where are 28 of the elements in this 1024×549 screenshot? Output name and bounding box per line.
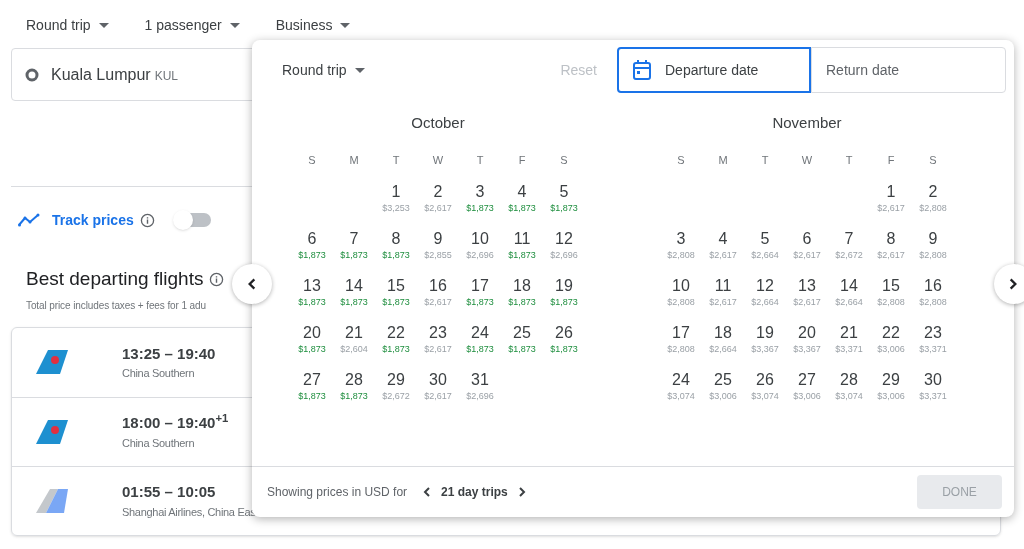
weekday-label: T	[845, 153, 853, 168]
weekday-label: M	[349, 153, 359, 168]
weekday-label: F	[518, 153, 526, 168]
weekday-label: T	[761, 153, 769, 168]
airline-name: China Southern	[122, 366, 196, 381]
flight-times: 18:00 – 19:40$^{+1}$	[122, 412, 229, 433]
section-heading: Best departing flights	[26, 267, 204, 291]
airline-name: China Southern	[122, 435, 196, 451]
weekday-label: F	[887, 153, 895, 168]
footer-label: Showing prices in USD for	[267, 484, 408, 501]
origin-city: Kuala Lumpur	[51, 64, 151, 85]
track-prices-label: Track prices	[52, 210, 134, 230]
month-title: November	[772, 113, 842, 133]
weekday-label: W	[801, 153, 813, 168]
trip-length: 21 day trips	[441, 484, 508, 501]
weekday-label: S	[308, 153, 316, 168]
month-title: October	[411, 113, 465, 133]
weekday-label: S	[677, 153, 685, 168]
weekday-label: W	[432, 153, 444, 168]
weekday-label: S	[560, 153, 568, 168]
flight-times: 01:55 – 10:05	[122, 482, 217, 502]
section-subtitle: Total price includes taxes + fees for 1 adu	[25, 298, 206, 313]
weekday-label: T	[392, 153, 400, 168]
weekday-label: M	[718, 153, 728, 168]
flight-times: 13:25 – 19:40	[122, 343, 216, 364]
airport-code: KUL	[154, 67, 178, 85]
weekday-label: S	[929, 153, 937, 168]
weekday-label: T	[476, 153, 484, 168]
